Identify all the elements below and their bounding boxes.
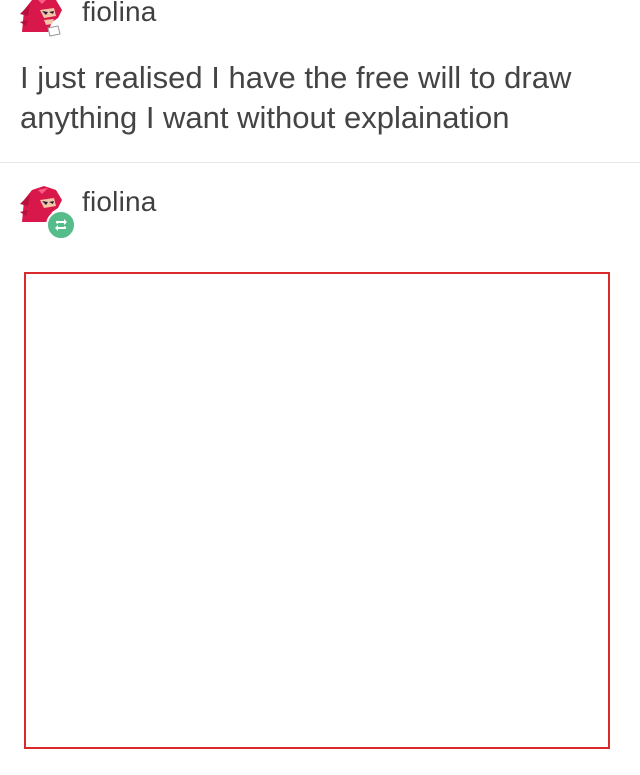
reblog-header: fiolina (18, 182, 157, 240)
knuckles-avatar-icon[interactable] (18, 0, 64, 38)
reblog-icon (46, 210, 76, 240)
post-body-text: I just realised I have the free will to … (20, 60, 572, 135)
knuckles-avatar-icon[interactable] (18, 182, 76, 240)
original-post-header: fiolina (18, 0, 157, 38)
post-divider (0, 162, 640, 163)
reblog-username[interactable]: fiolina (82, 186, 157, 218)
blank-drawing-frame (24, 272, 610, 749)
post-username[interactable]: fiolina (82, 0, 157, 28)
